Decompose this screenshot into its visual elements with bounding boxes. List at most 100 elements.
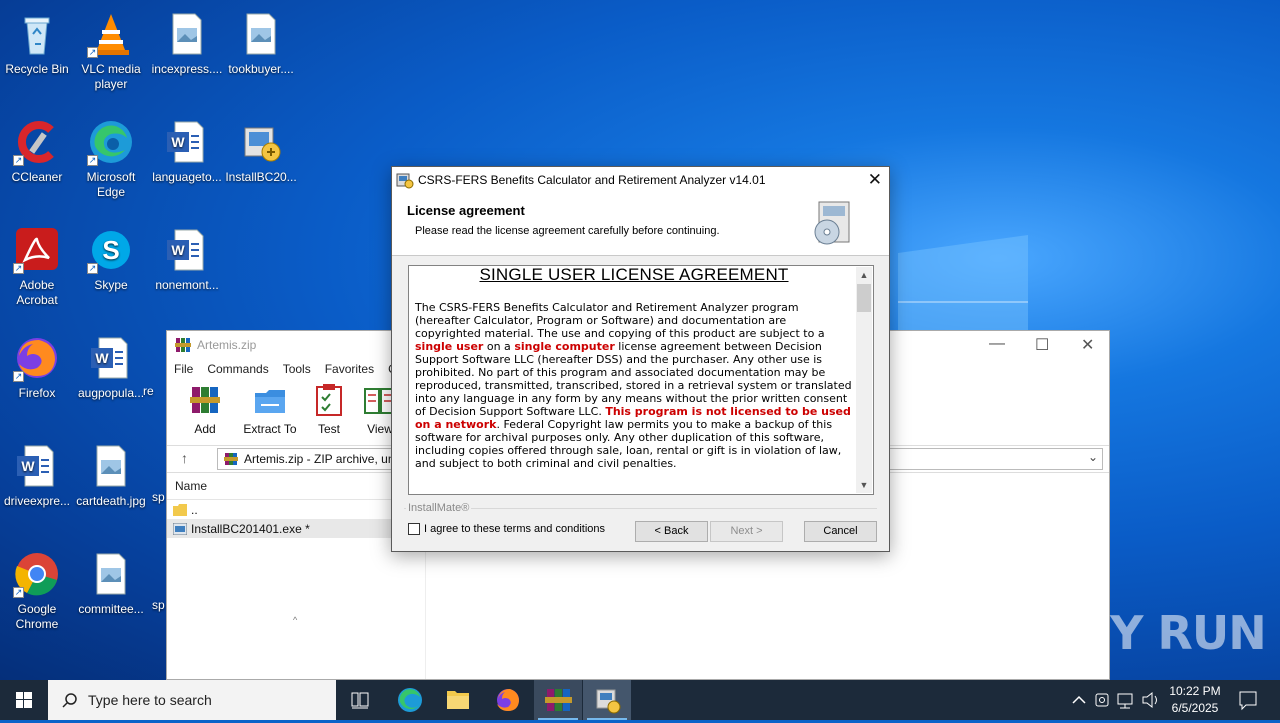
search-icon xyxy=(62,693,77,708)
toolbar-add-button[interactable]: Add xyxy=(179,379,231,436)
dialog-close-button[interactable]: ✕ xyxy=(868,170,882,190)
desktop-icon-augpopula[interactable]: W augpopula... xyxy=(74,332,148,401)
desktop-icon-skype[interactable]: S ↗ Skype xyxy=(74,224,148,293)
close-button[interactable]: ✕ xyxy=(1081,335,1094,355)
desktop-icon-firefox[interactable]: ↗ Firefox xyxy=(0,332,74,401)
desktop-icon-partial-re[interactable]: re xyxy=(143,384,167,399)
maximize-button[interactable]: ☐ xyxy=(1035,335,1049,355)
vlc-cone-icon: ↗ xyxy=(87,10,135,58)
desktop-icon-installbc[interactable]: InstallBC20... xyxy=(224,116,298,185)
list-item-installer[interactable]: InstallBC201401.exe * xyxy=(167,519,425,538)
installer-icon xyxy=(237,118,285,166)
winrar-icon xyxy=(175,338,191,352)
dialog-header: License agreement Please read the licens… xyxy=(392,193,889,256)
desktop-icon-nonemont[interactable]: W nonemont... xyxy=(150,224,224,293)
license-text: SINGLE USER LICENSE AGREEMENT The CSRS-F… xyxy=(415,265,853,470)
desktop-icon-recycle-bin[interactable]: Recycle Bin xyxy=(0,8,74,77)
taskbar-edge[interactable] xyxy=(386,680,434,720)
desktop-icon-committee[interactable]: committee... xyxy=(74,548,148,617)
page-title: License agreement xyxy=(407,203,525,218)
tray-app-icon[interactable] xyxy=(1092,680,1112,720)
toolbar-extract-button[interactable]: Extract To xyxy=(239,379,301,436)
taskbar-search-box[interactable]: Type here to search xyxy=(48,680,336,720)
network-icon[interactable] xyxy=(1114,680,1138,720)
desktop-icon-chrome[interactable]: ↗ Google Chrome xyxy=(0,548,74,632)
volume-icon[interactable] xyxy=(1140,680,1162,720)
scroll-up-icon[interactable]: ▲ xyxy=(856,267,872,283)
svg-text:W: W xyxy=(171,134,185,150)
shortcut-arrow-icon: ↗ xyxy=(87,155,98,166)
exe-file-icon xyxy=(173,522,187,535)
license-scrollbar[interactable]: ▲ ▼ xyxy=(856,267,872,493)
agree-checkbox-row[interactable]: I agree to these terms and conditions xyxy=(408,523,605,535)
chevron-down-icon[interactable]: ⌄ xyxy=(1088,450,1098,464)
dialog-title: CSRS-FERS Benefits Calculator and Retire… xyxy=(418,173,766,187)
svg-text:W: W xyxy=(95,350,109,366)
desktop-icon-partial-sp2[interactable]: sp xyxy=(152,598,166,613)
desktop-icon-tookbuyer[interactable]: tookbuyer.... xyxy=(224,8,298,77)
scroll-down-icon[interactable]: ▼ xyxy=(856,477,872,493)
image-file-icon xyxy=(237,10,285,58)
toolbar-test-button[interactable]: Test xyxy=(309,379,349,436)
desktop-icon-languageto[interactable]: W languageto... xyxy=(150,116,224,185)
menu-commands[interactable]: Commands xyxy=(207,362,268,376)
license-heading: SINGLE USER LICENSE AGREEMENT xyxy=(479,265,789,284)
svg-text:W: W xyxy=(21,458,35,474)
list-item-parent[interactable]: .. xyxy=(167,500,425,519)
test-clipboard-icon xyxy=(316,384,342,416)
desktop-icon-acrobat[interactable]: ↗ Adobe Acrobat xyxy=(0,224,74,308)
up-arrow-icon[interactable]: ↑ xyxy=(181,450,188,466)
taskbar-firefox[interactable] xyxy=(484,680,532,720)
task-view-button[interactable] xyxy=(336,680,384,720)
image-file-icon xyxy=(87,442,135,490)
image-file-icon xyxy=(87,550,135,598)
menu-tools[interactable]: Tools xyxy=(283,362,311,376)
license-body: The CSRS-FERS Benefits Calculator and Re… xyxy=(415,301,852,470)
image-file-icon xyxy=(163,10,211,58)
edge-icon: ↗ xyxy=(87,118,135,166)
installer-dialog[interactable]: CSRS-FERS Benefits Calculator and Retire… xyxy=(391,166,890,552)
menu-file[interactable]: File xyxy=(174,362,193,376)
word-document-icon: W xyxy=(87,334,135,382)
sort-caret-icon: ^ xyxy=(293,615,298,625)
desktop-icon-cartdeath[interactable]: cartdeath.jpg xyxy=(74,440,148,509)
license-text-box[interactable]: SINGLE USER LICENSE AGREEMENT The CSRS-F… xyxy=(408,265,874,495)
skype-icon: S ↗ xyxy=(87,226,135,274)
file-list: Name ^ .. InstallBC201401.exe * xyxy=(167,473,426,679)
desktop-icon-partial-sp[interactable]: sp xyxy=(152,490,166,505)
start-button[interactable] xyxy=(0,680,48,720)
minimize-button[interactable]: — xyxy=(989,335,1005,353)
installer-icon xyxy=(596,689,621,714)
back-button[interactable]: < Back xyxy=(635,521,708,542)
desktop-icon-ccleaner[interactable]: ↗ CCleaner xyxy=(0,116,74,185)
column-header-name[interactable]: Name ^ xyxy=(167,473,425,625)
installer-icon xyxy=(396,173,414,189)
shortcut-arrow-icon: ↗ xyxy=(13,587,24,598)
shortcut-arrow-icon: ↗ xyxy=(13,155,24,166)
notification-center-icon[interactable] xyxy=(1234,680,1262,720)
ccleaner-icon: ↗ xyxy=(13,118,61,166)
folder-icon xyxy=(173,503,187,516)
anyrun-watermark: ANY RUN xyxy=(1038,606,1267,660)
desktop-icon-driveexpre[interactable]: W driveexpre... xyxy=(0,440,74,509)
taskbar-winrar[interactable] xyxy=(534,680,582,720)
scroll-thumb[interactable] xyxy=(857,284,871,312)
taskbar-file-explorer[interactable] xyxy=(434,680,482,720)
word-document-icon: W xyxy=(13,442,61,490)
taskbar-clock[interactable]: 10:22 PM 6/5/2025 xyxy=(1160,683,1230,717)
svg-text:W: W xyxy=(171,242,185,258)
archive-path-text: Artemis.zip - ZIP archive, un xyxy=(244,452,395,466)
cancel-button[interactable]: Cancel xyxy=(804,521,877,542)
next-button[interactable]: Next > xyxy=(710,521,783,542)
desktop-icon-vlc[interactable]: ↗ VLC media player xyxy=(74,8,148,92)
agree-checkbox[interactable] xyxy=(408,523,420,535)
taskbar-installer[interactable] xyxy=(583,680,631,720)
svg-text:S: S xyxy=(102,235,119,265)
chrome-icon: ↗ xyxy=(13,550,61,598)
menu-favorites[interactable]: Favorites xyxy=(325,362,374,376)
tray-overflow-chevron-icon[interactable] xyxy=(1068,680,1090,720)
dialog-titlebar[interactable]: CSRS-FERS Benefits Calculator and Retire… xyxy=(392,167,889,193)
desktop-icon-edge[interactable]: ↗ Microsoft Edge xyxy=(74,116,148,200)
desktop-icon-incexpress[interactable]: incexpress.... xyxy=(150,8,224,77)
search-placeholder: Type here to search xyxy=(88,692,212,708)
